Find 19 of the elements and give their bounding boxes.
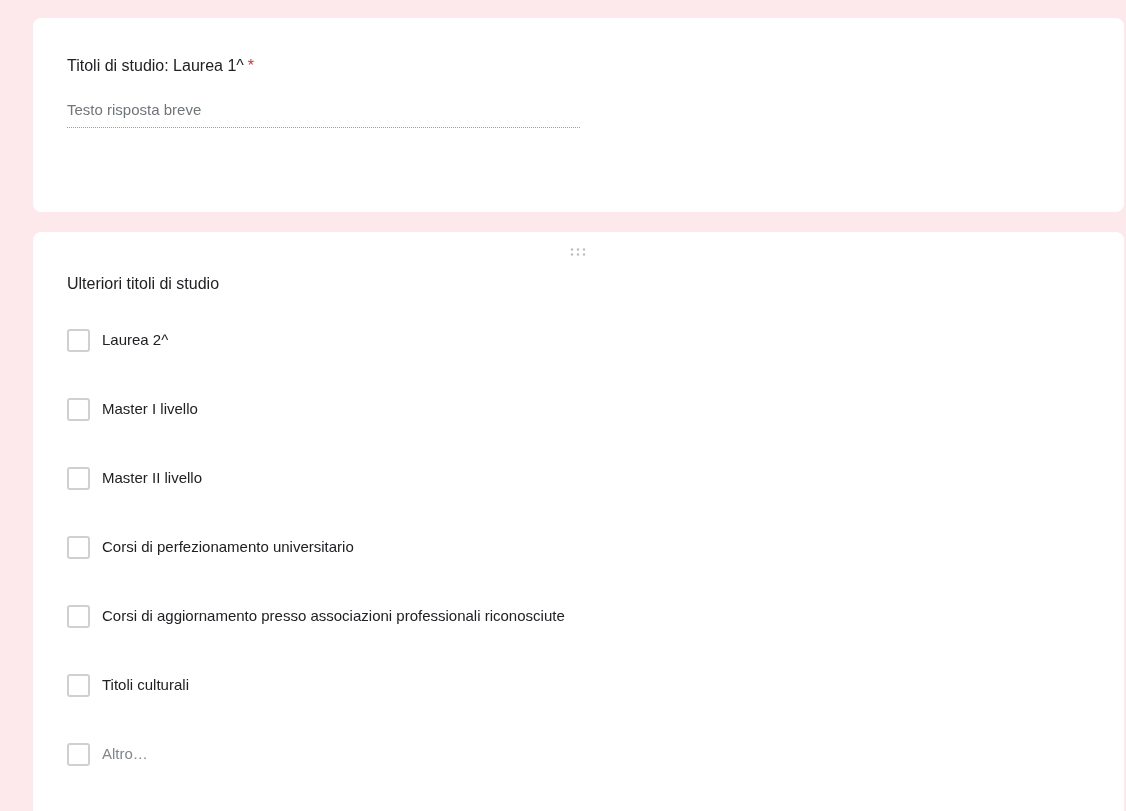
checkbox[interactable]	[67, 329, 90, 352]
other-option-label: Altro…	[102, 744, 148, 765]
option-label: Corsi di aggiornamento presso associazioni professionali riconosciute	[102, 606, 565, 627]
option-label: Master II livello	[102, 468, 203, 489]
drag-handle-icon[interactable]	[568, 248, 587, 256]
required-mark: *	[247, 56, 255, 76]
option-label: Corsi di perfezionamento universitario	[102, 537, 354, 558]
checkbox[interactable]	[67, 467, 90, 490]
option-label: Master I livello	[102, 399, 198, 420]
question-title: Titoli di studio: Laurea 1^	[67, 56, 244, 76]
checkbox[interactable]	[67, 536, 90, 559]
option-label: Laurea 2^	[102, 330, 169, 351]
checkbox[interactable]	[67, 605, 90, 628]
question-title: Ulteriori titoli di studio	[67, 274, 220, 294]
short-answer-field[interactable]: Testo risposta breve	[67, 92, 580, 128]
option-label: Titoli culturali	[102, 675, 189, 696]
checkbox[interactable]	[67, 743, 90, 766]
checkbox[interactable]	[67, 674, 90, 697]
checkbox[interactable]	[67, 398, 90, 421]
